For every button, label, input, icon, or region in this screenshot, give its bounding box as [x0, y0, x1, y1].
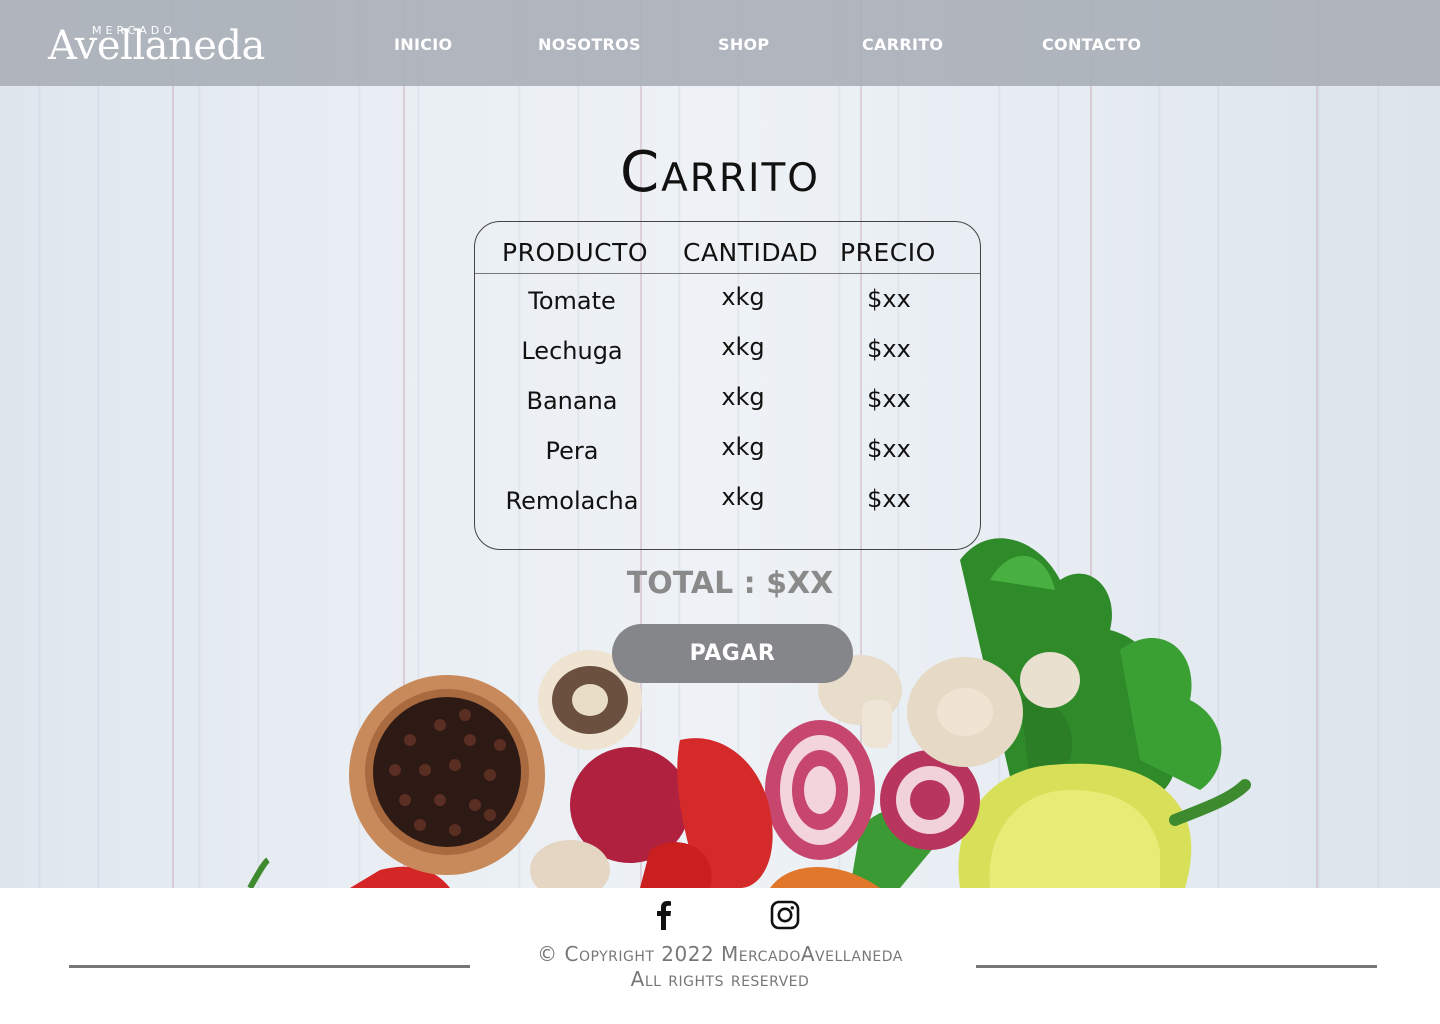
pay-button[interactable]: PAGAR	[612, 624, 853, 683]
column-header-price: PRECIO	[840, 238, 936, 267]
rights-text: All rights reserved	[630, 967, 810, 991]
cart-total: TOTAL : $XX	[626, 566, 834, 601]
nav-link-nosotros[interactable]: NOSOTROS	[538, 35, 641, 54]
cart-item-price: $xx	[867, 285, 911, 313]
cart-item-quantity: xkg	[721, 283, 765, 311]
brand-name: Avellaneda	[48, 23, 265, 69]
cart-item-product: Lechuga	[521, 337, 623, 365]
cart-item-price: $xx	[867, 435, 911, 463]
facebook-icon[interactable]	[649, 900, 679, 930]
cart-item-price: $xx	[867, 335, 911, 363]
cart-item-price: $xx	[867, 385, 911, 413]
copyright-text: © Copyright 2022 MercadoAvellaneda	[537, 942, 903, 966]
column-header-quantity: CANTIDAD	[683, 238, 819, 267]
nav-link-inicio[interactable]: INICIO	[394, 35, 452, 54]
cart-item-quantity: xkg	[721, 333, 765, 361]
nav-link-carrito[interactable]: CARRITO	[862, 35, 943, 54]
header-divider	[475, 273, 980, 274]
cart-item-quantity: xkg	[721, 483, 765, 511]
cart-item-product: Tomate	[528, 287, 616, 315]
page-title: Carrito	[620, 140, 820, 205]
cart-item-quantity: xkg	[721, 383, 765, 411]
column-header-product: PRODUCTO	[502, 238, 649, 267]
cart-item-product: Remolacha	[505, 487, 639, 515]
brand-logo[interactable]: MERCADO Avellaneda	[48, 14, 268, 74]
nav-link-shop[interactable]: SHOP	[718, 35, 769, 54]
instagram-icon[interactable]	[770, 900, 800, 930]
cart-item-product: Banana	[526, 387, 618, 415]
cart-item-price: $xx	[867, 485, 911, 513]
cart-item-product: Pera	[545, 437, 599, 465]
top-navigation-bar: MERCADO Avellaneda INICIO NOSOTROS SHOP …	[0, 0, 1440, 86]
cart-item-quantity: xkg	[721, 433, 765, 461]
nav-link-contacto[interactable]: CONTACTO	[1042, 35, 1141, 54]
